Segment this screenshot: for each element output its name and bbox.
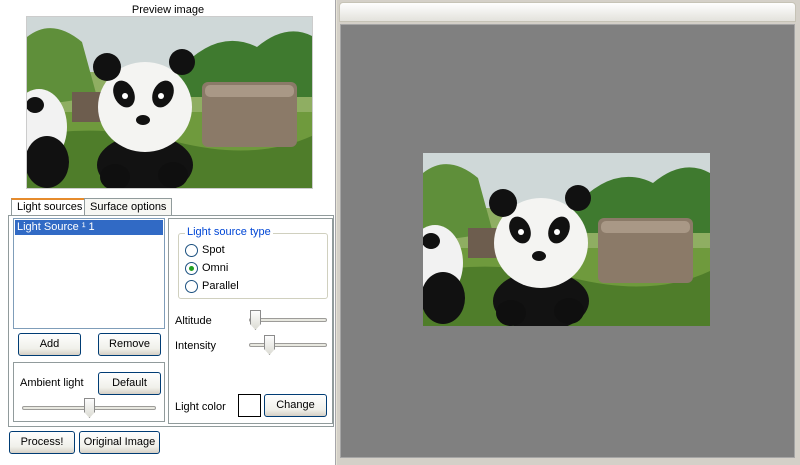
intensity-slider-track[interactable] [249,343,327,347]
output-image [423,153,710,326]
output-canvas [340,24,795,458]
radio-parallel-circle[interactable] [185,279,198,293]
output-header [339,2,796,22]
intensity-slider-thumb[interactable] [264,335,275,355]
radio-omni-label: Omni [202,262,229,274]
add-button[interactable]: Add [18,333,81,356]
light-properties-group: Light source type Spot Omni Parallel Alt… [168,218,333,424]
default-button[interactable]: Default [98,372,161,395]
radio-spot-label: Spot [202,244,225,256]
light-sources-list[interactable]: Light Source ¹ 1 [13,218,165,329]
ambient-light-slider-thumb[interactable] [84,398,95,418]
process-button[interactable]: Process! [9,431,75,454]
light-source-type-legend: Light source type [185,226,273,238]
original-image-button[interactable]: Original Image [79,431,160,454]
altitude-slider-thumb[interactable] [250,310,261,330]
light-color-swatch[interactable] [238,394,261,417]
tab-surface-options[interactable]: Surface options [84,198,173,216]
light-sources-panel: Light Source ¹ 1 Add Remove Ambient ligh… [8,215,334,427]
ambient-light-label: Ambient light [20,377,84,389]
intensity-label: Intensity [175,340,216,352]
preview-title: Preview image [131,4,205,16]
light-source-type-group: Light source type Spot Omni Parallel [178,226,328,299]
radio-spot[interactable]: Spot [185,243,225,257]
remove-button[interactable]: Remove [98,333,161,356]
output-pane [337,0,800,465]
radio-omni-circle[interactable] [185,261,198,275]
list-item[interactable]: Light Source ¹ 1 [15,220,163,235]
ambient-light-group: Ambient light Default [13,362,165,422]
settings-panel: Preview image Light sources Surface opti… [0,0,336,465]
change-color-button[interactable]: Change [264,394,327,417]
radio-parallel-label: Parallel [202,280,239,292]
radio-parallel[interactable]: Parallel [185,279,239,293]
preview-image [26,16,313,189]
radio-omni[interactable]: Omni [185,261,228,275]
radio-spot-circle[interactable] [185,243,198,257]
altitude-label: Altitude [175,315,212,327]
light-color-label: Light color [175,401,226,413]
